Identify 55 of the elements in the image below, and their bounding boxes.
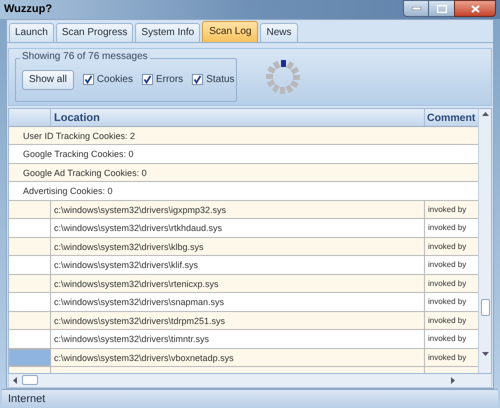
table-cell: c:\windows\system32\drivers\snapman.sys — [51, 293, 425, 311]
column-header[interactable]: Comment — [425, 108, 478, 126]
table-cell-text: invoked by — [427, 278, 468, 290]
checkbox-label[interactable]: Cookies — [96, 72, 133, 88]
tab[interactable]: Scan Progress — [56, 22, 134, 42]
table-cell-text: invoked by — [427, 240, 468, 253]
table-cell-text: invoked by — [427, 259, 468, 272]
table-cell: c:\windows\system32\drivers\igxpmp32.sys — [51, 200, 425, 218]
table-cell: c:\windows\system32\drivers\klif.sys — [51, 256, 425, 274]
minimize-icon — [412, 7, 420, 10]
table-cell: c:\windows\system32\drivers\rtenicxp.sys — [51, 274, 425, 292]
minimize-button[interactable] — [403, 0, 429, 17]
close-button[interactable] — [454, 0, 496, 17]
maximize-button[interactable] — [429, 0, 454, 17]
tab[interactable]: News — [260, 22, 298, 42]
checkbox[interactable] — [142, 74, 153, 86]
table-cell[interactable]: Google Ad Tracking Cookies: 0 — [9, 164, 478, 182]
table-cell: c:\windows\system32\drivers\klbg.sys — [51, 238, 425, 256]
status-text: Internet — [8, 392, 46, 407]
tab[interactable]: Scan Log — [202, 20, 258, 42]
table-cell: c:\windows\system32\drivers\rtkhdaud.sys — [51, 219, 425, 237]
loading-spinner-icon — [265, 58, 301, 95]
row-selector-cell[interactable] — [9, 348, 51, 366]
window-title: Wuzzup? — [4, 2, 52, 18]
table-cell-text: invoked by — [427, 204, 468, 216]
checkbox[interactable] — [82, 74, 94, 86]
table-cell[interactable]: Advertising Cookies: 0 — [9, 182, 478, 200]
table-cell-text: invoked by — [427, 296, 468, 308]
table-cell-text: invoked by — [427, 314, 468, 327]
show-all-button[interactable]: Show all — [22, 70, 74, 90]
table-cell-text: invoked by — [427, 222, 468, 234]
scroll-left-icon[interactable] — [13, 376, 17, 384]
scrollbar-thumb[interactable] — [22, 375, 38, 386]
checkbox[interactable] — [192, 74, 204, 86]
horizontal-scrollbar[interactable] — [8, 374, 492, 388]
table-cell-text: invoked by — [427, 333, 468, 346]
checkbox-label[interactable]: Status — [206, 72, 235, 88]
vertical-scrollbar[interactable] — [478, 108, 491, 373]
checkbox-label[interactable]: Errors — [156, 72, 184, 88]
close-icon — [470, 4, 480, 12]
scrollbar-thumb[interactable] — [480, 298, 490, 316]
tab[interactable]: Launch — [9, 22, 54, 42]
table-cell[interactable]: Google Tracking Cookies: 0 — [9, 145, 478, 163]
group-caption: Showing 76 of 76 messages — [20, 52, 150, 62]
table-cell[interactable]: User ID Tracking Cookies: 2 — [9, 126, 478, 144]
scroll-up-icon[interactable] — [482, 112, 488, 116]
tab[interactable]: System Info — [135, 22, 200, 42]
column-header[interactable]: Location — [51, 108, 425, 126]
table-cell: c:\windows\system32\drivers\vboxnetadp.sys — [51, 348, 425, 366]
table-cell: c:\windows\system32\drivers\tdrpm251.sys — [51, 312, 425, 330]
scroll-right-icon[interactable] — [451, 376, 455, 384]
table-cell-text: invoked by — [427, 352, 468, 364]
maximize-icon — [436, 4, 446, 12]
table-cell: c:\windows\system32\drivers\timntr.sys — [51, 330, 425, 348]
scroll-down-icon[interactable] — [482, 352, 488, 356]
